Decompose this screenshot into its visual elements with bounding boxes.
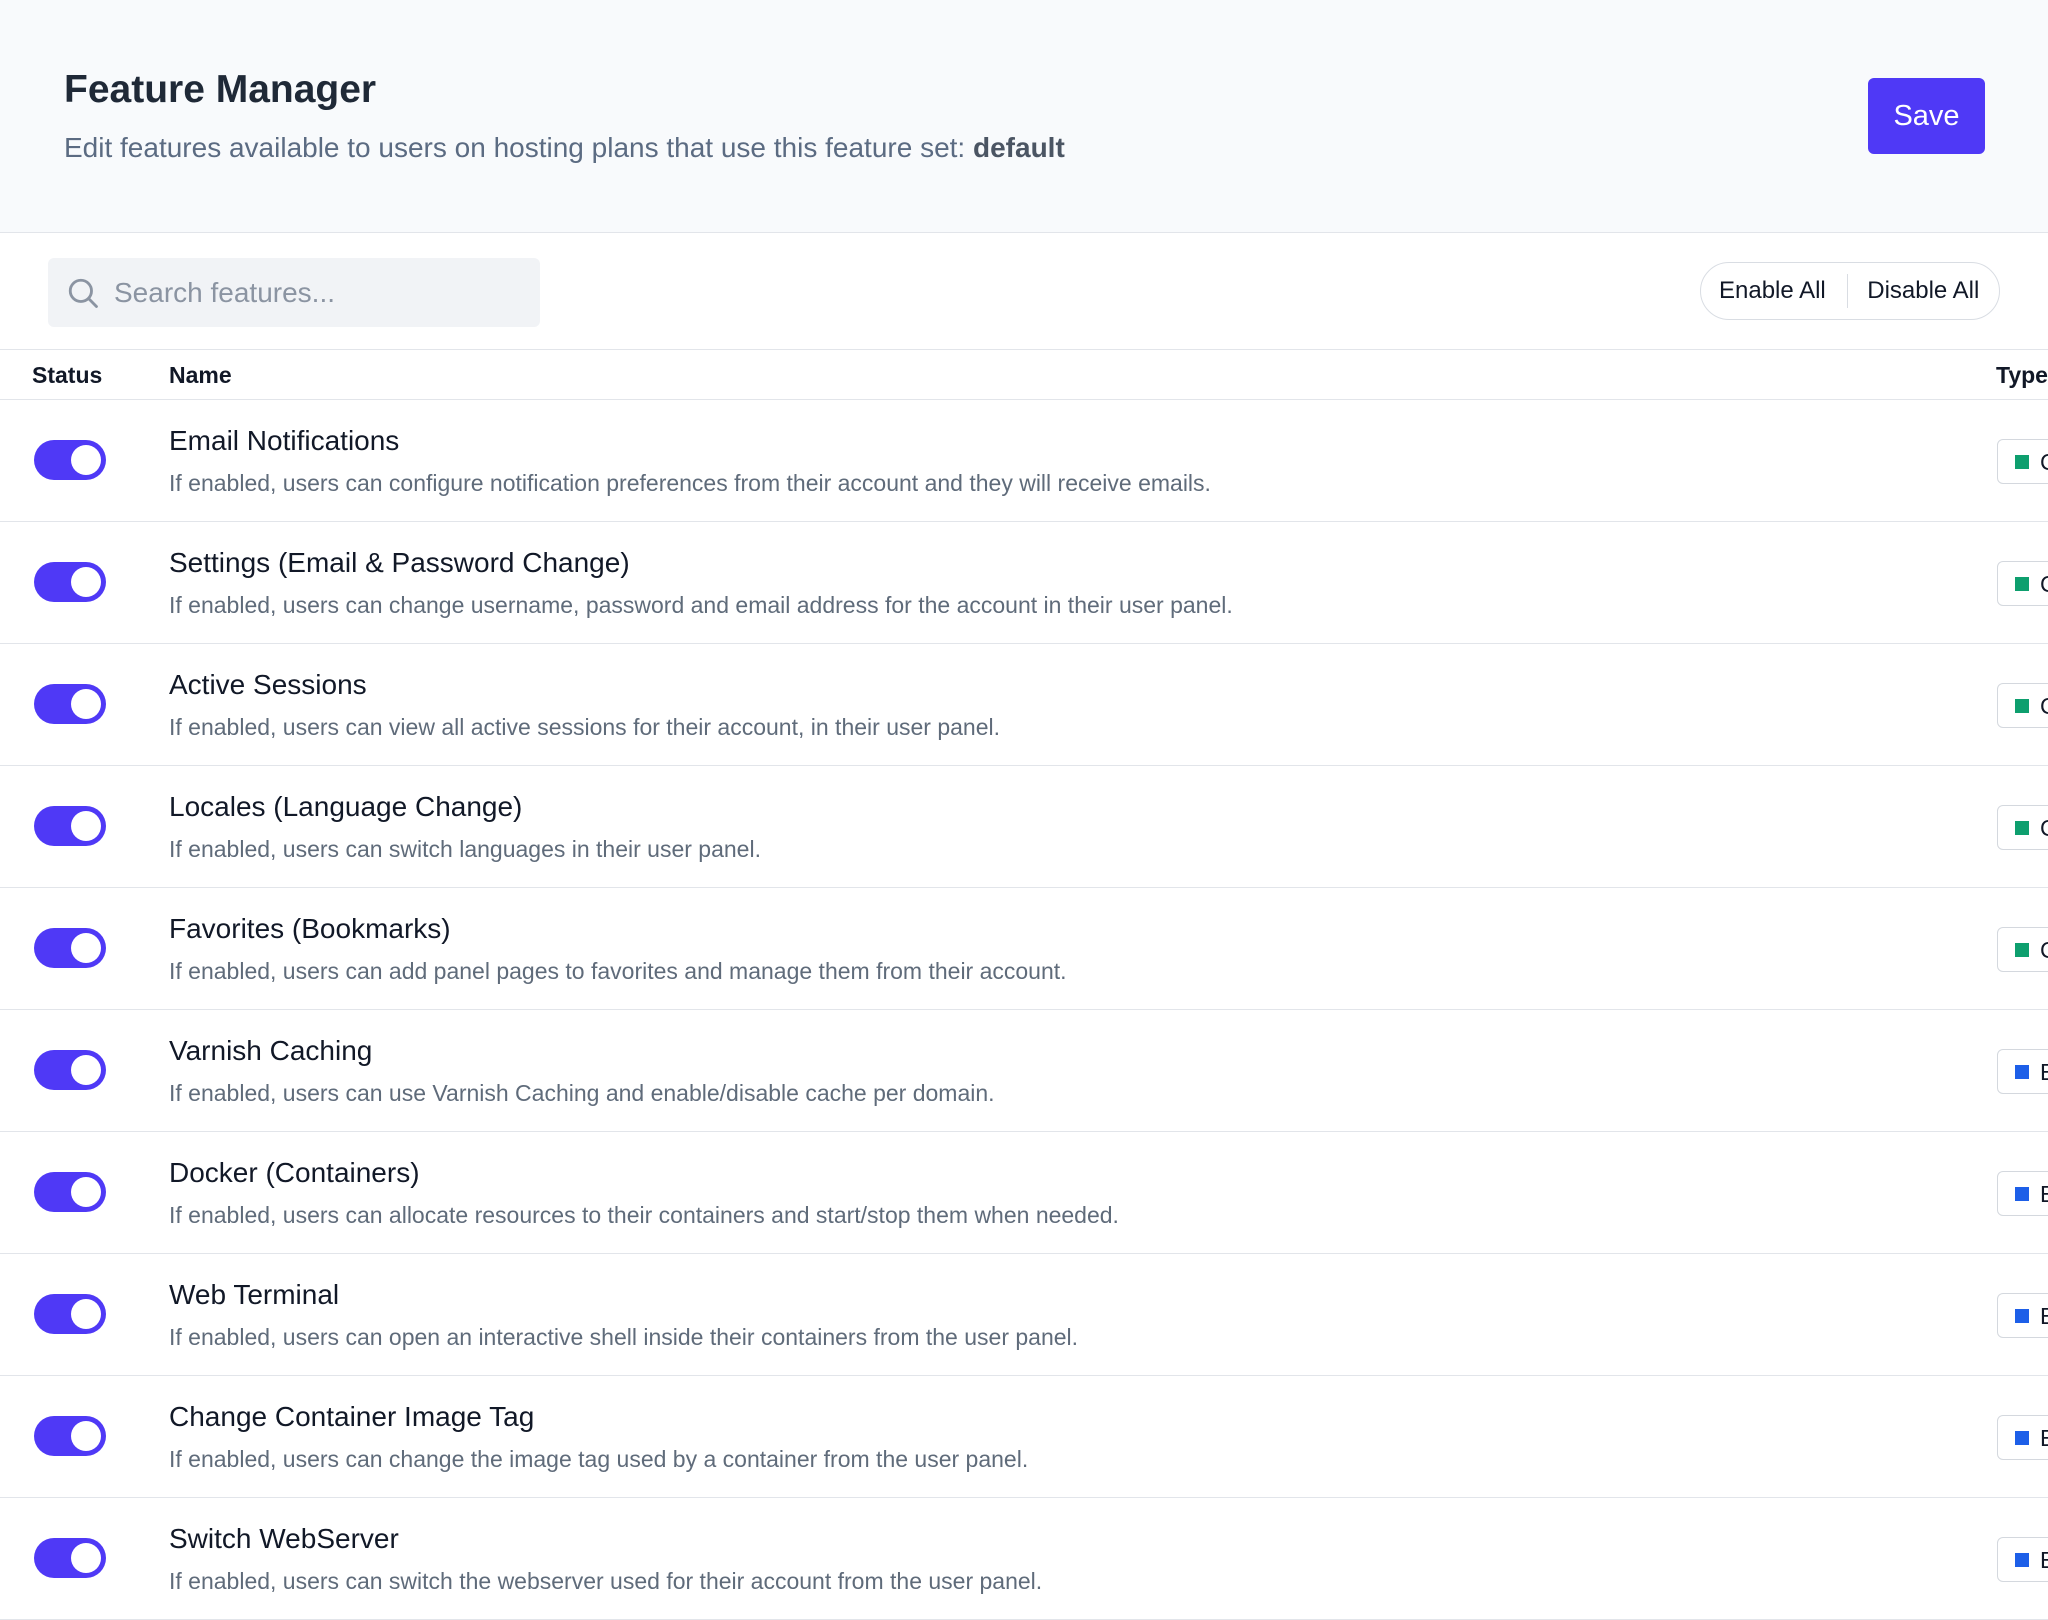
type-color-square bbox=[2015, 577, 2029, 591]
type-badge: E bbox=[1997, 1171, 2048, 1216]
status-toggle[interactable] bbox=[34, 928, 106, 968]
feature-description: If enabled, users can use Varnish Cachin… bbox=[169, 1080, 995, 1106]
table-header: Status Name Type bbox=[0, 350, 2048, 400]
type-badge: C bbox=[1997, 927, 2048, 972]
type-color-square bbox=[2015, 821, 2029, 835]
bulk-actions: Enable All Disable All bbox=[1700, 262, 2000, 320]
table-row: Docker (Containers) If enabled, users can… bbox=[0, 1132, 2048, 1254]
toggle-knob bbox=[71, 933, 101, 963]
toggle-knob bbox=[71, 1543, 101, 1573]
column-header-status[interactable]: Status bbox=[32, 362, 102, 389]
type-color-square bbox=[2015, 1553, 2029, 1567]
toggle-knob bbox=[71, 1421, 101, 1451]
search-box[interactable] bbox=[48, 258, 540, 327]
type-label: C bbox=[2040, 815, 2048, 842]
type-badge: E bbox=[1997, 1049, 2048, 1094]
type-label: C bbox=[2040, 693, 2048, 720]
table-row: Settings (Email & Password Change) If ena… bbox=[0, 522, 2048, 644]
feature-description: If enabled, users can view all active se… bbox=[169, 714, 1000, 740]
feature-name: Locales (Language Change) bbox=[169, 791, 523, 822]
feature-name: Change Container Image Tag bbox=[169, 1401, 535, 1432]
feature-name: Switch WebServer bbox=[169, 1523, 399, 1554]
toggle-knob bbox=[71, 1177, 101, 1207]
feature-name: Email Notifications bbox=[169, 425, 400, 456]
type-badge: E bbox=[1997, 1293, 2048, 1338]
feature-description: If enabled, users can open an interactiv… bbox=[169, 1324, 1079, 1350]
table-row: Change Container Image Tag If enabled, us… bbox=[0, 1376, 2048, 1498]
feature-name: Web Terminal bbox=[169, 1279, 340, 1310]
type-badge: C bbox=[1997, 805, 2048, 850]
status-toggle[interactable] bbox=[34, 1538, 106, 1578]
table-row: Favorites (Bookmarks) If enabled, users c… bbox=[0, 888, 2048, 1010]
table-row: Locales (Language Change) If enabled, use… bbox=[0, 766, 2048, 888]
toggle-knob bbox=[71, 567, 101, 597]
status-toggle[interactable] bbox=[34, 684, 106, 724]
feature-description: If enabled, users can configure notifica… bbox=[169, 470, 1211, 496]
status-toggle[interactable] bbox=[34, 806, 106, 846]
type-color-square bbox=[2015, 1187, 2029, 1201]
table-row: Web Terminal If enabled, users can open a… bbox=[0, 1254, 2048, 1376]
type-badge: E bbox=[1997, 1537, 2048, 1582]
type-badge: C bbox=[1997, 683, 2048, 728]
type-color-square bbox=[2015, 699, 2029, 713]
type-label: E bbox=[2040, 1181, 2048, 1208]
feature-name: Docker (Containers) bbox=[169, 1157, 420, 1188]
type-badge: E bbox=[1997, 1415, 2048, 1460]
search-input[interactable] bbox=[114, 258, 524, 327]
feature-description: If enabled, users can add panel pages to… bbox=[169, 958, 1067, 984]
type-label: C bbox=[2040, 449, 2048, 476]
toolbar: Enable All Disable All bbox=[0, 233, 2048, 350]
status-toggle[interactable] bbox=[34, 1050, 106, 1090]
type-label: C bbox=[2040, 571, 2048, 598]
toggle-knob bbox=[71, 689, 101, 719]
feature-description: If enabled, users can switch languages i… bbox=[169, 836, 761, 862]
toggle-knob bbox=[71, 445, 101, 475]
column-header-name[interactable]: Name bbox=[169, 362, 232, 389]
feature-description: If enabled, users can switch the webserv… bbox=[169, 1568, 1043, 1594]
type-label: C bbox=[2040, 937, 2048, 964]
page-header: Feature Manager Edit features available … bbox=[0, 0, 2048, 233]
feature-name: Varnish Caching bbox=[169, 1035, 373, 1066]
type-label: E bbox=[2040, 1425, 2048, 1452]
feature-set-name: default bbox=[973, 132, 1065, 163]
subtitle-text: Edit features available to users on host… bbox=[64, 132, 973, 163]
table-row: Varnish Caching If enabled, users can use… bbox=[0, 1010, 2048, 1132]
table-row: Switch WebServer If enabled, users can sw… bbox=[0, 1498, 2048, 1620]
type-badge: C bbox=[1997, 561, 2048, 606]
feature-table-body: Email Notifications If enabled, users can… bbox=[0, 400, 2048, 1620]
table-row: Email Notifications If enabled, users can… bbox=[0, 400, 2048, 522]
table-row: Active Sessions If enabled, users can vie… bbox=[0, 644, 2048, 766]
feature-description: If enabled, users can change username, p… bbox=[169, 592, 1233, 618]
type-color-square bbox=[2015, 455, 2029, 469]
type-color-square bbox=[2015, 1065, 2029, 1079]
enable-all-button[interactable]: Enable All bbox=[1701, 263, 1847, 319]
status-toggle[interactable] bbox=[34, 1294, 106, 1334]
status-toggle[interactable] bbox=[34, 1172, 106, 1212]
save-button[interactable]: Save bbox=[1868, 78, 1985, 154]
feature-description: If enabled, users can change the image t… bbox=[169, 1446, 1029, 1472]
feature-description: If enabled, users can allocate resources… bbox=[169, 1202, 1119, 1228]
type-badge: C bbox=[1997, 439, 2048, 484]
type-color-square bbox=[2015, 1309, 2029, 1323]
status-toggle[interactable] bbox=[34, 562, 106, 602]
feature-name: Active Sessions bbox=[169, 669, 367, 700]
search-icon bbox=[68, 278, 98, 308]
column-header-type[interactable]: Type bbox=[1996, 362, 2048, 389]
type-color-square bbox=[2015, 943, 2029, 957]
type-label: E bbox=[2040, 1059, 2048, 1086]
toggle-knob bbox=[71, 1299, 101, 1329]
feature-name: Favorites (Bookmarks) bbox=[169, 913, 451, 944]
page-title: Feature Manager bbox=[64, 68, 377, 111]
status-toggle[interactable] bbox=[34, 1416, 106, 1456]
type-color-square bbox=[2015, 1431, 2029, 1445]
disable-all-button[interactable]: Disable All bbox=[1848, 263, 1999, 319]
feature-name: Settings (Email & Password Change) bbox=[169, 547, 630, 578]
toggle-knob bbox=[71, 811, 101, 841]
toggle-knob bbox=[71, 1055, 101, 1085]
type-label: E bbox=[2040, 1547, 2048, 1574]
status-toggle[interactable] bbox=[34, 440, 106, 480]
page-subtitle: Edit features available to users on host… bbox=[64, 132, 1065, 164]
type-label: E bbox=[2040, 1303, 2048, 1330]
